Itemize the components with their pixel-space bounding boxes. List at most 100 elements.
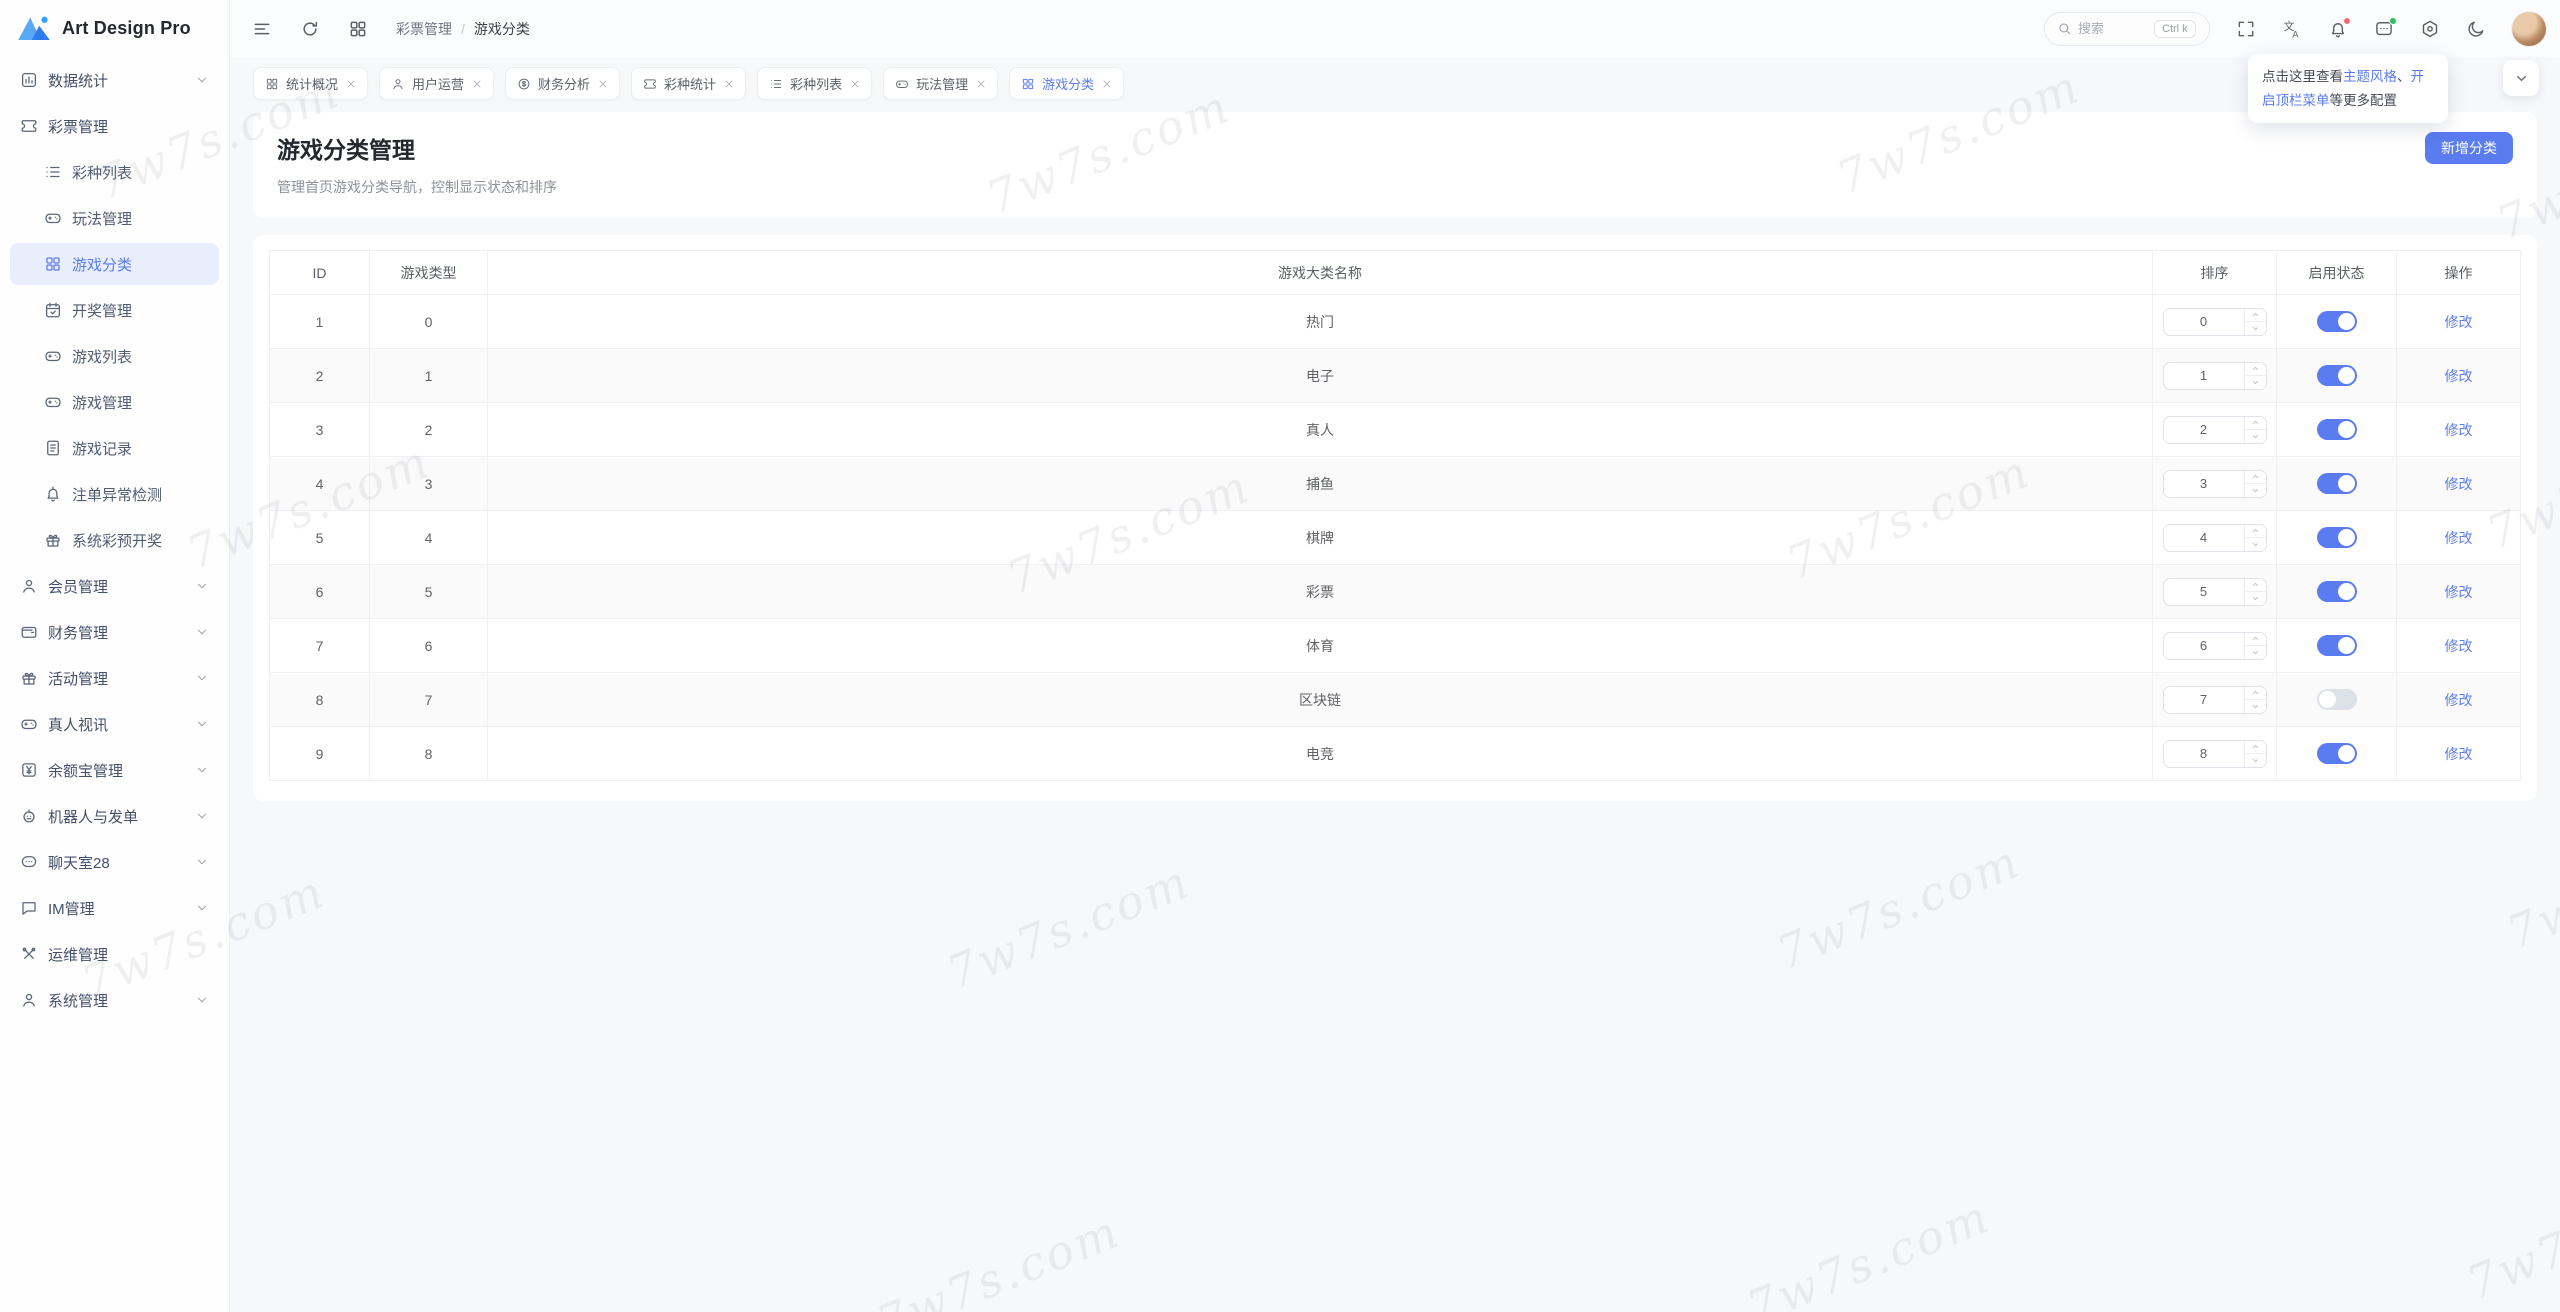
sort-input[interactable] [2164,687,2244,713]
breadcrumb-parent[interactable]: 彩票管理 [396,19,452,39]
sidebar-item-game-category[interactable]: 游戏分类 [10,243,219,285]
stepper-down-icon[interactable] [2245,430,2266,443]
theme-style-link[interactable]: 主题风格 [2343,69,2397,84]
enable-toggle[interactable] [2317,311,2357,332]
edit-link[interactable]: 修改 [2445,314,2473,330]
stepper-down-icon[interactable] [2245,484,2266,497]
sidebar-item-lottery-list[interactable]: 彩种列表 [10,151,219,193]
tab-lottery-stats[interactable]: 彩种统计 [631,67,746,100]
stepper-down-icon[interactable] [2245,754,2266,767]
sort-input[interactable] [2164,417,2244,443]
tab-game-category[interactable]: 游戏分类 [1009,67,1124,100]
tab-close-icon[interactable] [471,78,483,90]
tab-finance-analysis[interactable]: 财务分析 [505,67,620,100]
sidebar-item-play-mgmt[interactable]: 玩法管理 [10,197,219,239]
stepper-up-icon[interactable] [2245,363,2266,377]
sidebar-item-data-stats[interactable]: 数据统计 [10,59,219,101]
sidebar-item-finance-mgmt[interactable]: 财务管理 [10,611,219,653]
sidebar-item-game-mgmt[interactable]: 游戏管理 [10,381,219,423]
sort-input[interactable] [2164,363,2244,389]
sidebar-item-chatroom-28[interactable]: 聊天室28 [10,841,219,883]
sort-number-input[interactable] [2163,524,2267,552]
sort-number-input[interactable] [2163,308,2267,336]
tab-close-icon[interactable] [975,78,987,90]
tab-close-icon[interactable] [597,78,609,90]
sidebar-item-activity-mgmt[interactable]: 活动管理 [10,657,219,699]
stepper-up-icon[interactable] [2245,417,2266,431]
sidebar-item-game-records[interactable]: 游戏记录 [10,427,219,469]
sort-number-input[interactable] [2163,362,2267,390]
sidebar-item-ops-mgmt[interactable]: 运维管理 [10,933,219,975]
enable-toggle[interactable] [2317,581,2357,602]
settings-icon[interactable] [2420,19,2440,39]
sidebar-item-live-video[interactable]: 真人视讯 [10,703,219,745]
user-avatar[interactable] [2512,12,2546,46]
translate-icon[interactable]: 文A [2282,19,2302,39]
tab-close-icon[interactable] [849,78,861,90]
sort-input[interactable] [2164,633,2244,659]
sort-number-input[interactable] [2163,740,2267,768]
enable-toggle[interactable] [2317,365,2357,386]
fullscreen-icon[interactable] [2236,19,2256,39]
stepper-down-icon[interactable] [2245,700,2266,713]
sort-number-input[interactable] [2163,470,2267,498]
menu-collapse-icon[interactable] [252,19,272,39]
tab-user-operation[interactable]: 用户运营 [379,67,494,100]
sidebar-item-lottery-mgmt[interactable]: 彩票管理 [10,105,219,147]
edit-link[interactable]: 修改 [2445,368,2473,384]
edit-link[interactable]: 修改 [2445,746,2473,762]
search-input[interactable] [2078,21,2148,36]
sort-number-input[interactable] [2163,686,2267,714]
sort-input[interactable] [2164,741,2244,767]
sort-number-input[interactable] [2163,578,2267,606]
enable-toggle[interactable] [2317,527,2357,548]
stepper-up-icon[interactable] [2245,633,2266,647]
refresh-icon[interactable] [300,19,320,39]
stepper-down-icon[interactable] [2245,376,2266,389]
sort-input[interactable] [2164,579,2244,605]
add-category-button[interactable]: 新增分类 [2425,132,2513,164]
sidebar-item-im-mgmt[interactable]: IM管理 [10,887,219,929]
enable-toggle[interactable] [2317,689,2357,710]
stepper-up-icon[interactable] [2245,741,2266,755]
global-search[interactable]: Ctrl k [2044,12,2210,46]
tab-close-icon[interactable] [345,78,357,90]
sidebar-item-bet-anomaly[interactable]: 注单异常检测 [10,473,219,515]
enable-toggle[interactable] [2317,473,2357,494]
stepper-up-icon[interactable] [2245,579,2266,593]
sort-input[interactable] [2164,525,2244,551]
edit-link[interactable]: 修改 [2445,638,2473,654]
sort-input[interactable] [2164,309,2244,335]
tab-close-icon[interactable] [723,78,735,90]
enable-toggle[interactable] [2317,419,2357,440]
sidebar-item-robot-orders[interactable]: 机器人与发单 [10,795,219,837]
tab-play-mgmt[interactable]: 玩法管理 [883,67,998,100]
sidebar-item-member-mgmt[interactable]: 会员管理 [10,565,219,607]
enable-toggle[interactable] [2317,635,2357,656]
stepper-down-icon[interactable] [2245,322,2266,335]
notifications-icon[interactable] [2328,19,2348,39]
sort-input[interactable] [2164,471,2244,497]
tab-stats-overview[interactable]: 统计概况 [253,67,368,100]
sidebar-item-system-mgmt[interactable]: 系统管理 [10,979,219,1021]
tab-close-icon[interactable] [1101,78,1113,90]
stepper-up-icon[interactable] [2245,687,2266,701]
stepper-up-icon[interactable] [2245,525,2266,539]
dark-mode-icon[interactable] [2466,19,2486,39]
edit-link[interactable]: 修改 [2445,584,2473,600]
enable-toggle[interactable] [2317,743,2357,764]
tab-lottery-list[interactable]: 彩种列表 [757,67,872,100]
stepper-up-icon[interactable] [2245,471,2266,485]
sidebar-item-game-list[interactable]: 游戏列表 [10,335,219,377]
sidebar-item-yuebao-mgmt[interactable]: 余额宝管理 [10,749,219,791]
sidebar-item-system-predraw[interactable]: 系统彩预开奖 [10,519,219,561]
edit-link[interactable]: 修改 [2445,422,2473,438]
edit-link[interactable]: 修改 [2445,692,2473,708]
stepper-down-icon[interactable] [2245,538,2266,551]
quick-nav-grid-icon[interactable] [348,19,368,39]
chat-icon[interactable] [2374,19,2394,39]
stepper-down-icon[interactable] [2245,592,2266,605]
logo[interactable]: Art Design Pro [0,0,229,56]
edit-link[interactable]: 修改 [2445,530,2473,546]
edit-link[interactable]: 修改 [2445,476,2473,492]
